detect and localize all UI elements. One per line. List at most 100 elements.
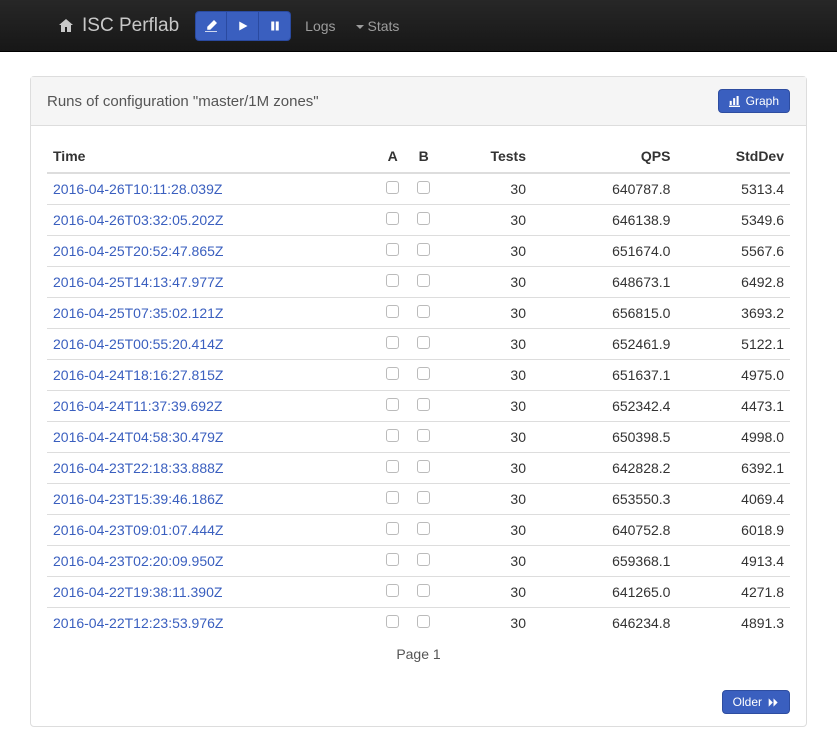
checkbox-b[interactable] — [417, 553, 430, 566]
page-indicator: Page 1 — [47, 638, 790, 662]
run-time-link[interactable]: 2016-04-24T18:16:27.815Z — [53, 367, 223, 383]
col-a: A — [377, 140, 408, 173]
nav-stats-label: Stats — [368, 18, 400, 34]
table-row: 2016-04-24T11:37:39.692Z30652342.44473.1 — [47, 391, 790, 422]
run-time-link[interactable]: 2016-04-23T09:01:07.444Z — [53, 522, 223, 538]
checkbox-b[interactable] — [417, 491, 430, 504]
checkbox-a[interactable] — [386, 553, 399, 566]
cell-tests: 30 — [439, 267, 532, 298]
run-time-link[interactable]: 2016-04-22T19:38:11.390Z — [53, 584, 222, 600]
checkbox-b[interactable] — [417, 584, 430, 597]
fast-forward-icon — [768, 697, 779, 708]
nav-button-group — [195, 11, 291, 41]
cell-stddev: 4891.3 — [676, 608, 790, 639]
cell-tests: 30 — [439, 453, 532, 484]
cell-qps: 646234.8 — [532, 608, 676, 639]
cell-stddev: 6392.1 — [676, 453, 790, 484]
cell-tests: 30 — [439, 236, 532, 267]
run-time-link[interactable]: 2016-04-25T00:55:20.414Z — [53, 336, 223, 352]
cell-qps: 648673.1 — [532, 267, 676, 298]
table-row: 2016-04-25T20:52:47.865Z30651674.05567.6 — [47, 236, 790, 267]
cell-qps: 646138.9 — [532, 205, 676, 236]
run-time-link[interactable]: 2016-04-23T15:39:46.186Z — [53, 491, 223, 507]
run-time-link[interactable]: 2016-04-25T14:13:47.977Z — [53, 274, 223, 290]
checkbox-b[interactable] — [417, 336, 430, 349]
checkbox-a[interactable] — [386, 243, 399, 256]
checkbox-a[interactable] — [386, 491, 399, 504]
run-time-link[interactable]: 2016-04-22T12:23:53.976Z — [53, 615, 223, 631]
older-button[interactable]: Older — [722, 690, 790, 714]
checkbox-a[interactable] — [386, 398, 399, 411]
cell-qps: 642828.2 — [532, 453, 676, 484]
checkbox-b[interactable] — [417, 181, 430, 194]
table-row: 2016-04-25T00:55:20.414Z30652461.95122.1 — [47, 329, 790, 360]
checkbox-b[interactable] — [417, 274, 430, 287]
col-b: B — [408, 140, 439, 173]
col-time: Time — [47, 140, 377, 173]
checkbox-a[interactable] — [386, 367, 399, 380]
run-time-link[interactable]: 2016-04-25T07:35:02.121Z — [53, 305, 223, 321]
pencil-icon — [205, 20, 217, 32]
checkbox-a[interactable] — [386, 336, 399, 349]
bar-chart-icon — [729, 96, 740, 107]
checkbox-a[interactable] — [386, 429, 399, 442]
cell-stddev: 4975.0 — [676, 360, 790, 391]
checkbox-a[interactable] — [386, 460, 399, 473]
graph-button[interactable]: Graph — [718, 89, 790, 113]
cell-qps: 650398.5 — [532, 422, 676, 453]
col-stddev: StdDev — [676, 140, 790, 173]
run-time-link[interactable]: 2016-04-24T04:58:30.479Z — [53, 429, 223, 445]
navbar: ISC Perflab Logs Stats — [0, 0, 837, 52]
table-row: 2016-04-24T18:16:27.815Z 30651637.14975.0 — [47, 360, 790, 391]
panel-title: Runs of configuration "master/1M zones" — [47, 93, 319, 110]
brand-link[interactable]: ISC Perflab — [58, 15, 179, 37]
cell-tests: 30 — [439, 577, 532, 608]
col-tests: Tests — [439, 140, 532, 173]
table-row: 2016-04-24T04:58:30.479Z30650398.54998.0 — [47, 422, 790, 453]
checkbox-b[interactable] — [417, 522, 430, 535]
checkbox-b[interactable] — [417, 305, 430, 318]
cell-qps: 651637.1 — [532, 360, 676, 391]
nav-stats-dropdown[interactable]: Stats — [356, 18, 400, 34]
checkbox-b[interactable] — [417, 243, 430, 256]
run-time-link[interactable]: 2016-04-26T10:11:28.039Z — [53, 181, 222, 197]
checkbox-a[interactable] — [386, 181, 399, 194]
checkbox-a[interactable] — [386, 305, 399, 318]
run-time-link[interactable]: 2016-04-26T03:32:05.202Z — [53, 212, 223, 228]
checkbox-a[interactable] — [386, 615, 399, 628]
nav-logs[interactable]: Logs — [305, 18, 335, 34]
table-row: 2016-04-25T07:35:02.121Z30656815.03693.2 — [47, 298, 790, 329]
checkbox-b[interactable] — [417, 460, 430, 473]
pause-button[interactable] — [259, 11, 291, 41]
checkbox-a[interactable] — [386, 584, 399, 597]
col-qps: QPS — [532, 140, 676, 173]
cell-stddev: 3693.2 — [676, 298, 790, 329]
run-time-link[interactable]: 2016-04-24T11:37:39.692Z — [53, 398, 222, 414]
checkbox-b[interactable] — [417, 398, 430, 411]
checkbox-a[interactable] — [386, 274, 399, 287]
caret-down-icon — [356, 25, 364, 29]
checkbox-b[interactable] — [417, 212, 430, 225]
checkbox-b[interactable] — [417, 367, 430, 380]
older-button-label: Older — [733, 695, 762, 709]
play-icon — [237, 20, 249, 32]
run-time-link[interactable]: 2016-04-23T22:18:33.888Z — [53, 460, 223, 476]
cell-stddev: 6492.8 — [676, 267, 790, 298]
cell-stddev: 4913.4 — [676, 546, 790, 577]
cell-stddev: 5122.1 — [676, 329, 790, 360]
edit-button[interactable] — [195, 11, 227, 41]
table-row: 2016-04-23T15:39:46.186Z30653550.34069.4 — [47, 484, 790, 515]
checkbox-a[interactable] — [386, 212, 399, 225]
cell-tests: 30 — [439, 360, 532, 391]
run-time-link[interactable]: 2016-04-25T20:52:47.865Z — [53, 243, 223, 259]
main-container: Runs of configuration "master/1M zones" … — [0, 52, 837, 751]
cell-tests: 30 — [439, 422, 532, 453]
checkbox-b[interactable] — [417, 429, 430, 442]
cell-qps: 651674.0 — [532, 236, 676, 267]
cell-qps: 641265.0 — [532, 577, 676, 608]
play-button[interactable] — [227, 11, 259, 41]
checkbox-b[interactable] — [417, 615, 430, 628]
run-time-link[interactable]: 2016-04-23T02:20:09.950Z — [53, 553, 223, 569]
table-row: 2016-04-25T14:13:47.977Z 30648673.16492.8 — [47, 267, 790, 298]
checkbox-a[interactable] — [386, 522, 399, 535]
